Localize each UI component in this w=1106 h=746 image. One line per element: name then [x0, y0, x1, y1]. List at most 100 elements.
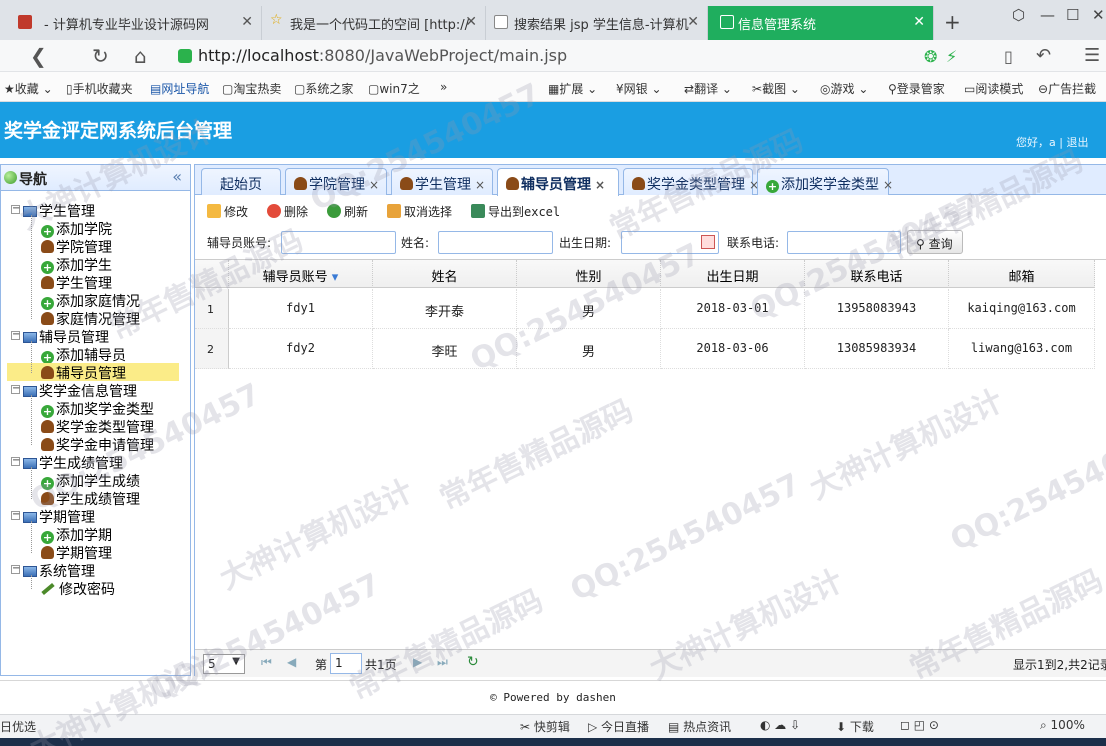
table-cell[interactable]: 李旺 [373, 329, 517, 369]
page-input[interactable]: 1 [330, 653, 362, 674]
nav-item[interactable]: 家庭情况管理 [41, 309, 140, 328]
browser-tab[interactable]: 搜索结果 jsp 学生信息-计算机 ✕ [486, 6, 708, 40]
bookmark-favorites[interactable]: ★收藏 ⌄ [4, 80, 53, 97]
status-quick-clip[interactable]: ✂ 快剪辑 [520, 718, 570, 735]
close-icon[interactable]: × [475, 178, 485, 192]
calendar-icon[interactable] [701, 235, 715, 249]
undo-icon[interactable]: ↶ [1036, 45, 1051, 66]
more-bookmarks-icon[interactable]: » [440, 80, 447, 94]
status-live[interactable]: ▷ 今日直播 [588, 718, 649, 735]
collapse-toggle-icon[interactable]: − [11, 384, 20, 394]
bookmark-win7[interactable]: ▢win7之 [368, 80, 420, 97]
panel-tab[interactable]: 学生管理 × [391, 168, 493, 195]
column-header[interactable]: 性别 [517, 260, 661, 288]
page-size-select[interactable]: 5 ▼ [203, 654, 245, 674]
status-left[interactable]: 日优选 [0, 718, 36, 735]
nav-item[interactable]: 学生成绩管理 [41, 489, 140, 508]
table-cell[interactable]: 2018-03-01 [661, 289, 805, 329]
minimize-icon[interactable]: — [1040, 6, 1055, 24]
menu-icon[interactable]: ☰ [1084, 45, 1100, 66]
nav-item[interactable]: + 添加学院 [41, 219, 112, 238]
close-icon[interactable]: ✕ [687, 14, 699, 30]
panel-tab[interactable]: 辅导员管理 × [497, 168, 619, 196]
status-tools[interactable]: ◻ ◰ ⊙ [900, 718, 939, 732]
column-header[interactable]: 联系电话 [805, 260, 949, 288]
column-header[interactable]: 姓名 [373, 260, 517, 288]
nav-item[interactable]: 学期管理 [41, 543, 112, 562]
account-input[interactable] [281, 231, 396, 254]
nav-group[interactable]: − 学期管理 [11, 507, 95, 526]
nav-group[interactable]: − 辅导员管理 [11, 327, 109, 346]
tool-login-manager[interactable]: ⚲登录管家 [888, 80, 945, 97]
tool-extensions[interactable]: ▦扩展 ⌄ [548, 80, 597, 97]
prev-page-icon[interactable]: ◀ [287, 655, 296, 669]
column-header[interactable]: 邮箱 [949, 260, 1095, 288]
nav-item[interactable]: 学院管理 [41, 237, 112, 256]
edit-button[interactable]: 修改 [207, 203, 248, 220]
tool-translate[interactable]: ⇄翻译 ⌄ [684, 80, 732, 97]
nav-group[interactable]: − 学生成绩管理 [11, 453, 123, 472]
status-icons[interactable]: ◐ ☁ ⇩ [760, 718, 800, 732]
close-icon[interactable]: ✕ [465, 14, 477, 30]
close-icon[interactable]: × [595, 178, 605, 192]
tool-screenshot[interactable]: ✂截图 ⌄ [752, 80, 800, 97]
reload-icon[interactable]: ↻ [92, 44, 109, 68]
welcome-logout-link[interactable]: 您好，a | 退出 [1016, 134, 1088, 150]
next-page-icon[interactable]: ▶ [413, 655, 422, 669]
table-cell[interactable]: 13085983934 [805, 329, 949, 369]
panel-tab[interactable]: + 添加奖学金类型 × [757, 168, 893, 195]
nav-item[interactable]: + 添加辅导员 [41, 345, 126, 364]
nav-group[interactable]: − 学生管理 [11, 201, 95, 220]
browser-tab-active[interactable]: 信息管理系统 ✕ [708, 6, 934, 40]
column-header[interactable]: 辅导员账号 ▾ [229, 260, 373, 288]
table-cell[interactable]: 13958083943 [805, 289, 949, 329]
delete-button[interactable]: 删除 [267, 203, 308, 220]
export-excel-button[interactable]: 导出到excel [471, 203, 560, 220]
close-icon[interactable]: ✕ [241, 14, 253, 30]
reload-icon[interactable]: ↻ [467, 654, 479, 670]
first-page-icon[interactable]: ⏮ [261, 655, 272, 670]
bookmark-taobao[interactable]: ▢淘宝热卖 [222, 80, 281, 97]
table-cell[interactable]: 李开泰 [373, 289, 517, 329]
nav-item[interactable]: 奖学金申请管理 [41, 435, 154, 454]
column-header[interactable]: 出生日期 [661, 260, 805, 288]
collapse-icon[interactable]: « [172, 167, 182, 186]
close-icon[interactable]: × [369, 178, 379, 192]
bookmark-mobile[interactable]: ▯手机收藏夹 [66, 80, 133, 97]
zoom-level[interactable]: ⌕ 100% [1040, 718, 1085, 733]
bookmark-xitong[interactable]: ▢系统之家 [294, 80, 353, 97]
birth-date-input[interactable] [621, 231, 719, 254]
url-bar[interactable]: http://localhost:8080/JavaWebProject/mai… [172, 43, 972, 69]
status-news[interactable]: ▤ 热点资讯 [668, 718, 731, 735]
tool-reading-mode[interactable]: ▭阅读模式 [964, 80, 1023, 97]
table-cell[interactable]: 男 [517, 329, 661, 369]
nav-item[interactable]: + 添加学期 [41, 525, 112, 544]
nav-item[interactable]: 修改密码 [41, 579, 115, 598]
table-cell[interactable]: fdy1 [229, 289, 373, 329]
nav-item[interactable]: + 添加奖学金类型 [41, 399, 154, 418]
browser-tab[interactable]: ☆ 我是一个代码工的空间 [http://✕ [262, 6, 486, 40]
nav-group[interactable]: − 奖学金信息管理 [11, 381, 137, 400]
name-input[interactable] [438, 231, 553, 254]
lightning-icon[interactable]: ⚡ [946, 47, 957, 66]
nav-group[interactable]: − 系统管理 [11, 561, 95, 580]
cancel-select-button[interactable]: 取消选择 [387, 203, 452, 220]
browser-tab[interactable]: - 计算机专业毕业设计源码网 ✕ [0, 6, 262, 40]
new-tab-button[interactable]: + [944, 10, 961, 34]
tool-games[interactable]: ◎游戏 ⌄ [820, 80, 868, 97]
table-cell[interactable]: fdy2 [229, 329, 373, 369]
table-cell[interactable]: 2018-03-06 [661, 329, 805, 369]
tool-bank[interactable]: ¥网银 ⌄ [616, 80, 662, 97]
speed-icon[interactable]: ❂ [924, 47, 937, 66]
table-cell[interactable]: liwang@163.com [949, 329, 1095, 369]
nav-item[interactable]: 奖学金类型管理 [41, 417, 154, 436]
query-button[interactable]: ⚲ 查询 [907, 230, 963, 254]
nav-item[interactable]: 辅导员管理 [7, 363, 179, 382]
collapse-toggle-icon[interactable]: − [11, 510, 20, 520]
last-page-icon[interactable]: ⏭ [437, 655, 448, 670]
collapse-toggle-icon[interactable]: − [11, 564, 20, 574]
nav-item[interactable]: + 添加家庭情况 [41, 291, 140, 310]
close-icon[interactable]: × [883, 178, 893, 192]
collapse-toggle-icon[interactable]: − [11, 330, 20, 340]
close-icon[interactable]: ✕ [913, 14, 925, 30]
